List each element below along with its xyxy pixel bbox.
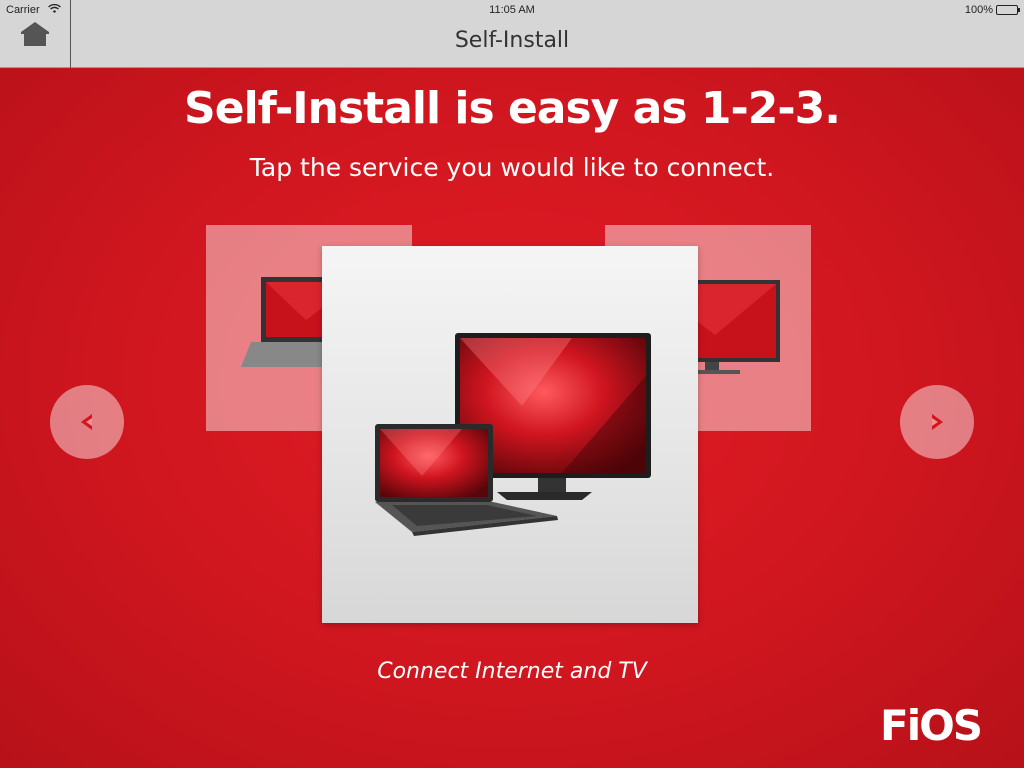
subheadline: Tap the service you would like to connec… (249, 153, 775, 182)
fios-logo: FiOS (880, 701, 983, 750)
carousel-item-selected[interactable] (322, 246, 698, 623)
carousel-caption: Connect Internet and TV (377, 659, 647, 684)
status-time: 11:05 AM (489, 4, 535, 16)
battery-percent: 100% (964, 4, 993, 16)
previous-button[interactable] (50, 385, 124, 459)
battery-icon (996, 5, 1020, 15)
chevron-left-icon (81, 414, 92, 430)
top-bar: Carrier 11:05 AM 100% Self-Install (0, 0, 1024, 68)
battery-status: 100% (964, 4, 1020, 16)
laptop-and-tv-image (375, 333, 651, 536)
page-title: Self-Install (454, 28, 570, 53)
headline: Self-Install is easy as 1-2-3. (184, 83, 841, 134)
next-button[interactable] (900, 385, 974, 459)
chevron-right-icon (932, 414, 943, 430)
main-content: Self-Install is easy as 1-2-3. Tap the s… (0, 69, 1024, 768)
